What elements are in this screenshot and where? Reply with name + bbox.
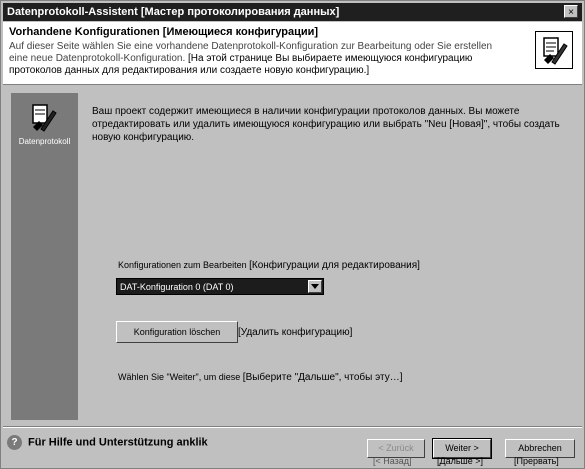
wizard-header: Vorhandene Konfigurationen [Имеющиеся ко… [3, 22, 582, 85]
page-description: Auf dieser Seite wählen Sie eine vorhand… [9, 41, 509, 77]
sidebar-label: Datenprotokoll [18, 137, 71, 146]
config-select[interactable]: DAT-Konfiguration 0 (DAT 0) [116, 278, 324, 295]
config-label-de: Konfigurationen zum Bearbeiten [118, 260, 247, 270]
wizard-sidebar: Datenprotokoll [11, 93, 78, 420]
hint-text: Wählen Sie "Weiter", um diese [Выберите … [118, 372, 402, 383]
close-button[interactable]: × [564, 5, 578, 18]
hint-ru: [Выберите "Дальше", чтобы эту…] [242, 372, 403, 383]
footer-divider [3, 426, 582, 428]
back-button-ru: [< Назад] [373, 456, 412, 466]
help-icon: ? [7, 435, 22, 450]
config-label: Konfigurationen zum Bearbeiten [Конфигур… [118, 260, 420, 271]
delete-config-ru: [Удалить конфигурацию] [238, 327, 353, 338]
next-button-ru: [Дальше >] [437, 456, 484, 466]
cancel-button-ru: [Прервать] [514, 456, 559, 466]
datalog-wizard-icon [535, 31, 573, 69]
wizard-dialog: Datenprotokoll-Assistent [Мастер протоко… [0, 0, 585, 469]
window-title: Datenprotokoll-Assistent [Мастер протоко… [7, 6, 340, 18]
help-text: Für Hilfe und Unterstützung anklik [28, 436, 208, 449]
help-link[interactable]: ? Für Hilfe und Unterstützung anklik [7, 435, 208, 450]
title-bar[interactable]: Datenprotokoll-Assistent [Мастер протоко… [3, 3, 582, 21]
chevron-down-icon[interactable] [308, 280, 322, 293]
page-title: Vorhandene Konfigurationen [Имеющиеся ко… [9, 26, 319, 38]
datalog-icon [27, 101, 61, 135]
main-description: Ваш проект содержит имеющиеся в наличии … [92, 106, 560, 143]
config-select-value: DAT-Konfiguration 0 (DAT 0) [120, 282, 234, 292]
hint-de: Wählen Sie "Weiter", um diese [118, 372, 241, 382]
delete-config-button[interactable]: Konfiguration löschen [116, 321, 238, 343]
config-label-ru: [Конфигурации для редактирования] [249, 260, 420, 271]
